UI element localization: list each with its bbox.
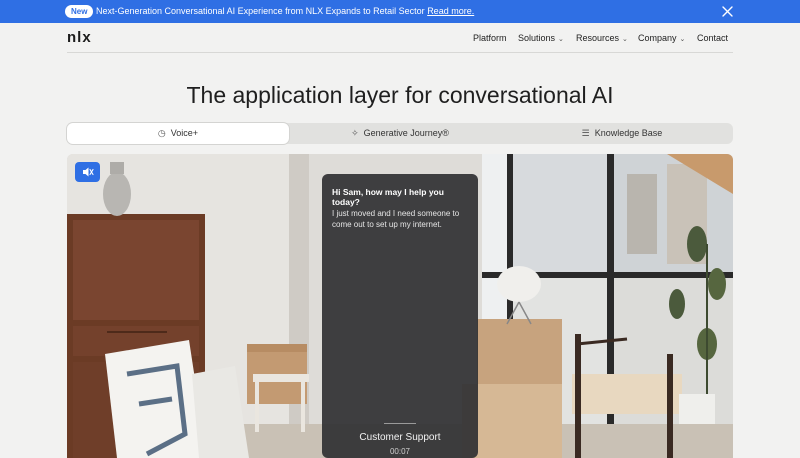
user-reply: I just moved and I need someone to come … — [332, 209, 460, 229]
demo-video[interactable]: Hi Sam, how may I help you today? I just… — [67, 154, 733, 458]
tab-label: Voice+ — [170, 128, 199, 138]
panel-divider — [384, 423, 416, 424]
nav-label: Company — [638, 33, 677, 43]
tab-label: Knowledge Base — [594, 128, 663, 138]
call-label: Customer Support — [359, 432, 441, 443]
nlx-logo[interactable]: nlx — [67, 29, 92, 46]
nav-label: Solutions — [518, 33, 556, 43]
chevron-down-icon: ⌄ — [558, 36, 564, 43]
announcement-text: Next-Generation Conversational AI Experi… — [96, 6, 474, 16]
nav-label: Platform — [473, 33, 507, 43]
books-icon: ☰ — [581, 128, 590, 138]
call-timer: 00:07 — [389, 447, 411, 456]
chevron-down-icon: ⌄ — [622, 36, 628, 43]
nav-item-company[interactable]: Company ⌄ — [638, 33, 685, 43]
nav-label: Contact — [697, 33, 729, 43]
voice-icon: ◷ — [157, 128, 166, 138]
nav-divider — [67, 52, 733, 53]
hero-title: The application layer for conversational… — [186, 82, 614, 108]
announcement-message: Next-Generation Conversational AI Experi… — [96, 6, 425, 16]
close-icon[interactable] — [722, 6, 733, 17]
sparkle-icon: ✧ — [351, 128, 359, 138]
new-badge: New — [65, 5, 94, 18]
product-tabs: ◷ Voice+ ✧ Generative Journey® ☰ Knowledge … — [67, 123, 733, 144]
nav-item-solutions[interactable]: Solutions ⌄ — [518, 33, 564, 43]
tab-generative-journey[interactable]: ✧ Generative Journey® — [289, 123, 511, 144]
mute-icon — [83, 167, 94, 177]
chevron-down-icon: ⌄ — [679, 36, 686, 43]
tab-label: Generative Journey® — [363, 128, 449, 138]
nav-item-resources[interactable]: Resources ⌄ — [576, 33, 628, 43]
read-more-link[interactable]: Read more. — [427, 6, 474, 16]
voice-chat-panel: Hi Sam, how may I help you today? I just… — [322, 174, 478, 458]
mute-button[interactable] — [75, 162, 100, 182]
nav-label: Resources — [576, 33, 620, 43]
nav-item-platform[interactable]: Platform — [473, 33, 507, 43]
announcement-bar: New Next-Generation Conversational AI Ex… — [0, 0, 800, 23]
tab-voice-plus[interactable]: ◷ Voice+ — [67, 123, 289, 144]
nav-item-contact[interactable]: Contact — [697, 33, 728, 43]
tab-knowledge-base[interactable]: ☰ Knowledge Base — [511, 123, 733, 144]
assistant-prompt: Hi Sam, how may I help you today? — [332, 187, 444, 207]
main-nav: nlx Platform Solutions ⌄ Resources ⌄ Compa… — [0, 23, 800, 53]
